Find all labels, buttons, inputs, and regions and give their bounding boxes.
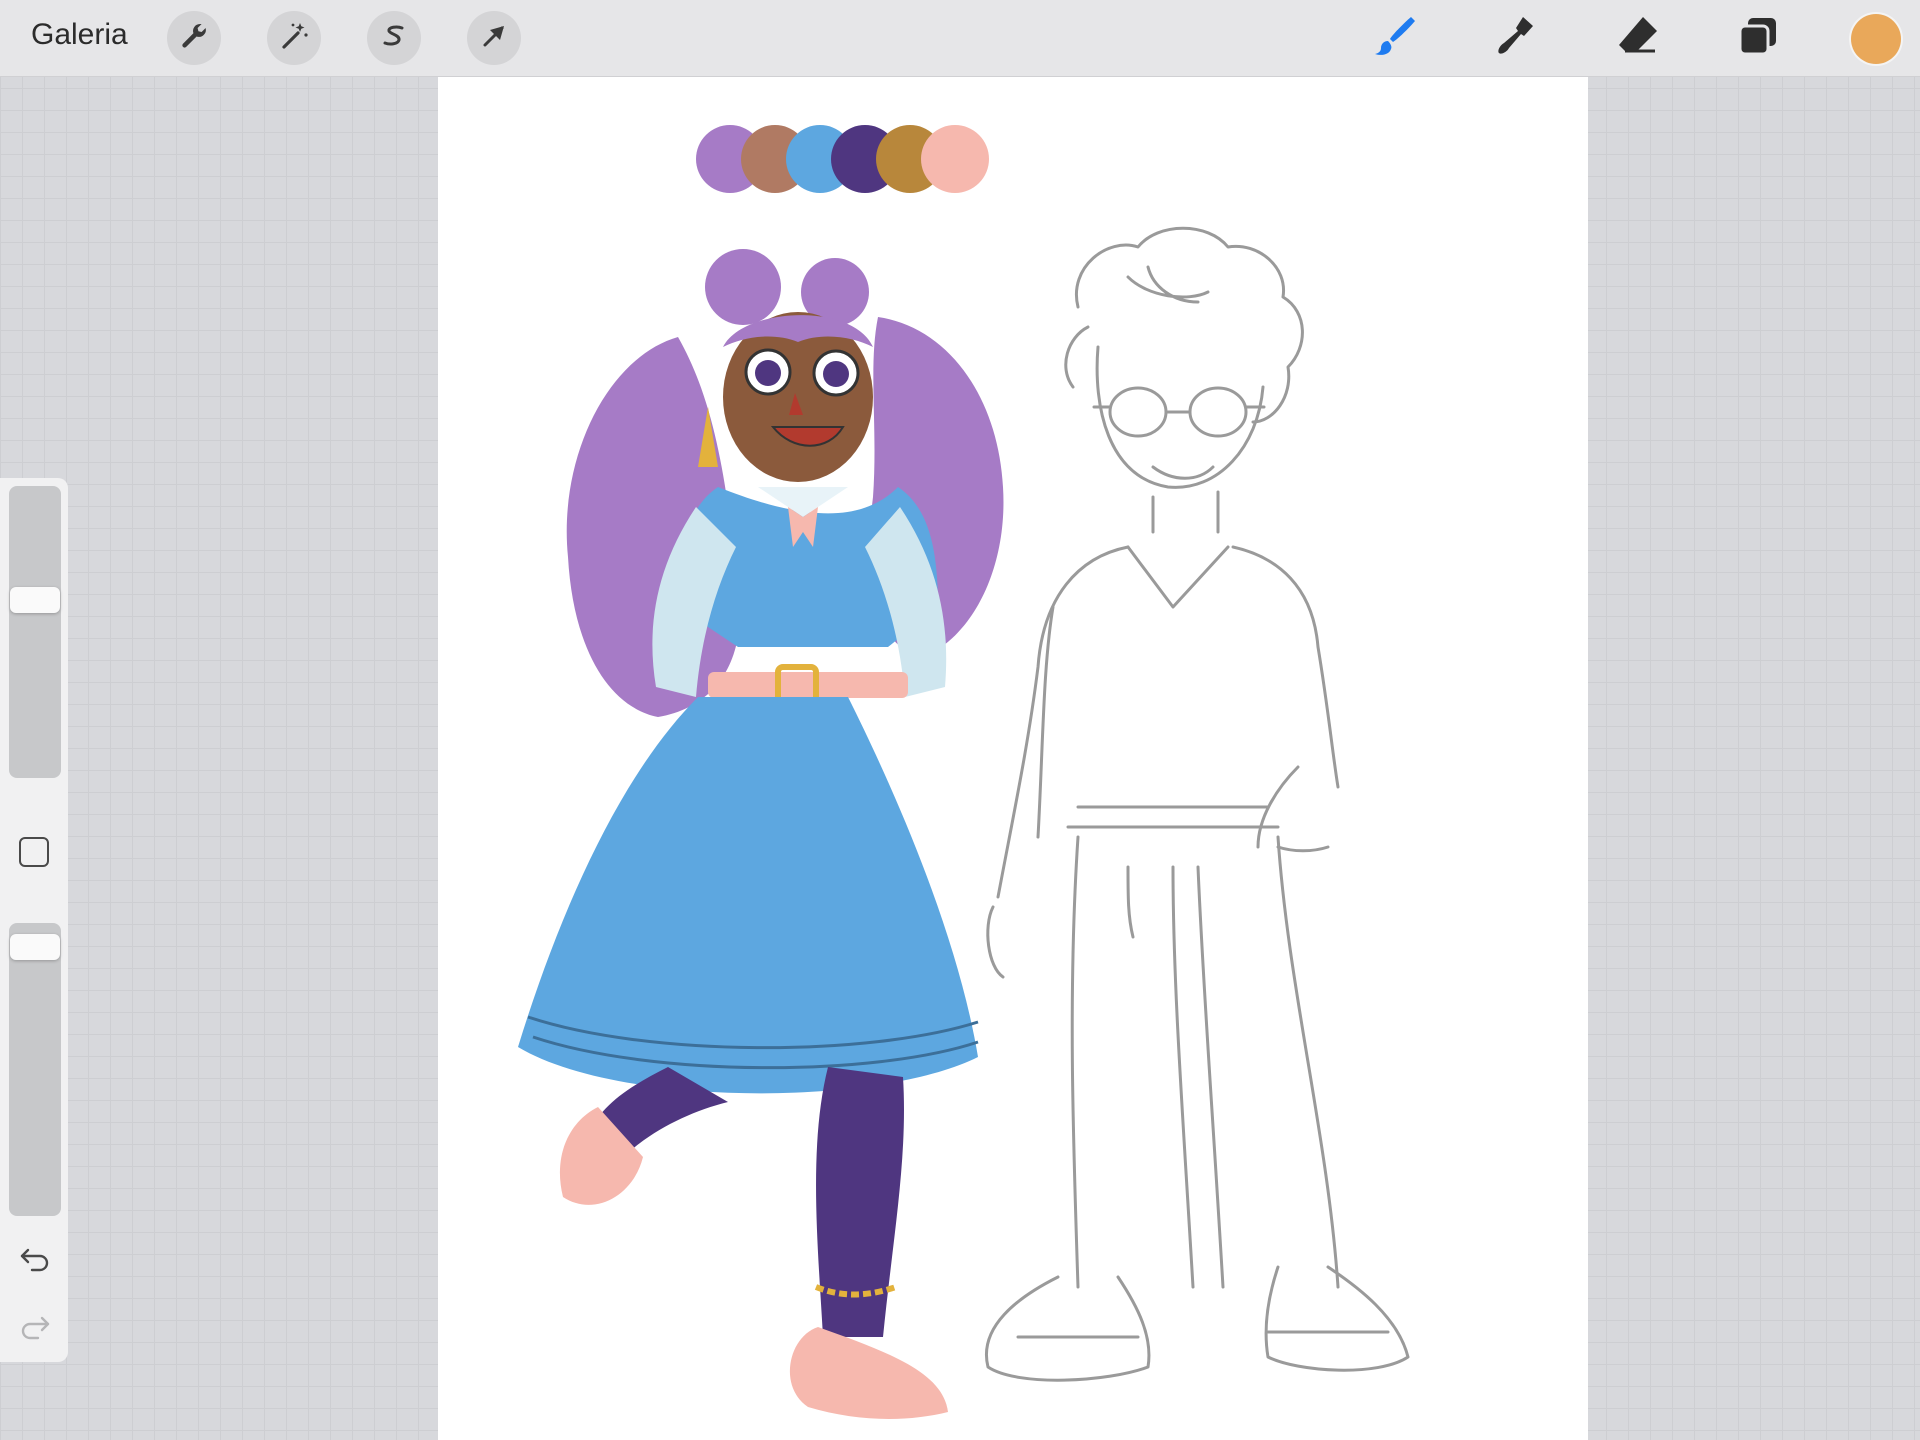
opacity-slider[interactable] xyxy=(9,923,61,1216)
brush-icon xyxy=(1371,13,1417,64)
brush-size-thumb[interactable] xyxy=(10,587,60,614)
redo-button[interactable] xyxy=(18,1310,52,1344)
color-palette xyxy=(696,125,989,193)
color-picker-button[interactable] xyxy=(1851,14,1901,64)
actions-button[interactable] xyxy=(167,11,221,65)
artwork xyxy=(518,125,1410,1419)
sketch-character xyxy=(985,226,1410,1382)
eraser-icon xyxy=(1615,13,1661,64)
undo-button[interactable] xyxy=(18,1242,52,1276)
selection-s-icon xyxy=(378,20,410,57)
redo-icon xyxy=(18,1316,52,1348)
magic-wand-icon xyxy=(278,20,310,57)
selection-button[interactable] xyxy=(367,11,421,65)
smudge-button[interactable] xyxy=(1490,12,1542,64)
undo-icon xyxy=(18,1248,52,1280)
smudge-finger-icon xyxy=(1493,13,1539,64)
top-toolbar: Galeria xyxy=(0,0,1920,77)
brush-size-slider[interactable] xyxy=(9,486,61,778)
adjustments-button[interactable] xyxy=(267,11,321,65)
layers-icon xyxy=(1735,13,1781,64)
colored-character xyxy=(518,249,1004,1419)
modify-button[interactable] xyxy=(19,837,49,867)
gallery-button[interactable]: Galeria xyxy=(31,18,128,52)
eraser-button[interactable] xyxy=(1612,12,1664,64)
sidebar xyxy=(0,478,68,1362)
drawing-canvas[interactable] xyxy=(438,77,1588,1440)
layers-button[interactable] xyxy=(1732,12,1784,64)
opacity-thumb[interactable] xyxy=(10,933,60,960)
arrow-cursor-icon xyxy=(478,20,510,57)
transform-button[interactable] xyxy=(467,11,521,65)
palette-swatch xyxy=(921,125,989,193)
wrench-icon xyxy=(178,20,210,57)
brush-button[interactable] xyxy=(1368,12,1420,64)
